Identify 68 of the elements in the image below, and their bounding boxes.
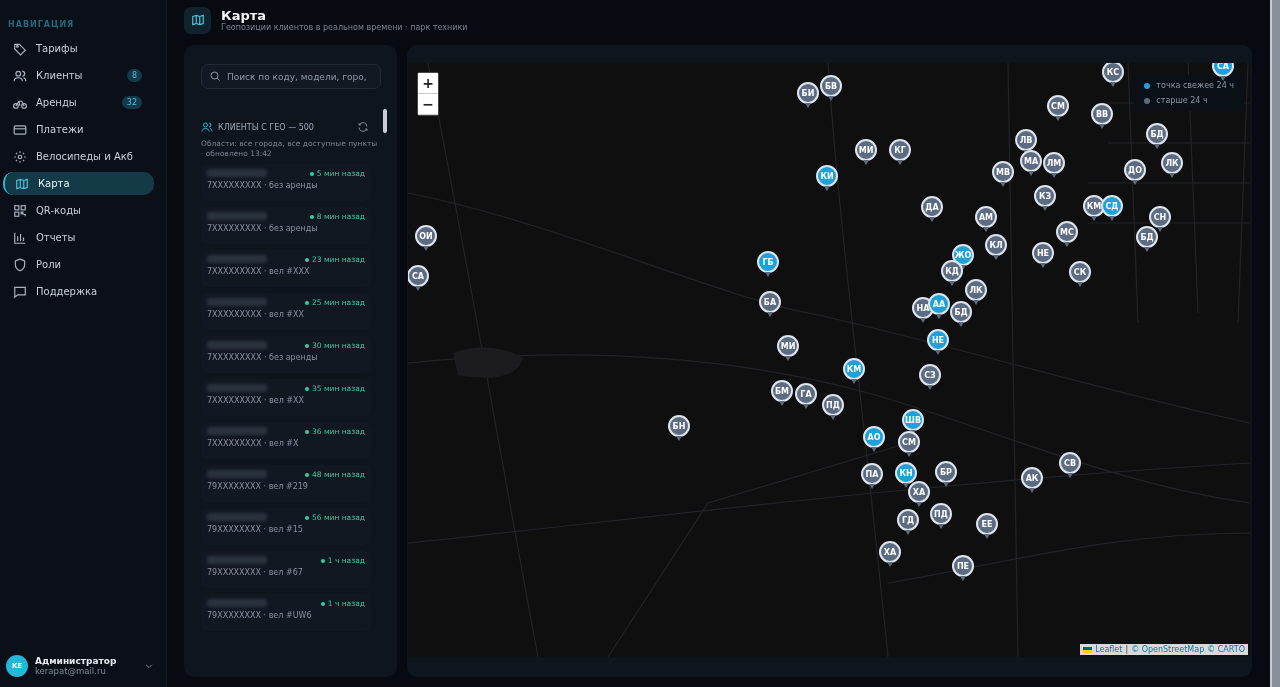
users-icon xyxy=(201,121,213,133)
leaflet-link[interactable]: Leaflet xyxy=(1095,645,1123,654)
client-detail: 79XXXXXXXX · вел #UW6 xyxy=(207,611,313,621)
nav-item[interactable]: Клиенты 8 xyxy=(3,64,154,87)
flag-icon xyxy=(1083,646,1093,653)
qr-icon xyxy=(13,203,27,218)
redacted-name xyxy=(207,298,267,307)
shield-icon xyxy=(13,257,27,272)
legend-label: точка свежее 24 ч xyxy=(1156,81,1234,90)
redacted-name xyxy=(207,427,267,436)
count-badge: 32 xyxy=(121,96,142,109)
search-field[interactable]: Поиск по коду, модели, горо, xyxy=(201,64,381,89)
nav-item[interactable]: Карта xyxy=(3,172,154,195)
redacted-name xyxy=(207,255,267,264)
nav-item[interactable]: QR-коды xyxy=(3,199,154,222)
client-detail: 7XXXXXXXXX · вел #X xyxy=(207,439,300,449)
section-title: НАВИГАЦИЯ xyxy=(7,20,76,31)
nav-item[interactable]: Аренды 32 xyxy=(3,91,154,114)
map-icon xyxy=(184,6,211,34)
map-icon xyxy=(15,176,29,191)
redacted-name xyxy=(207,384,267,393)
client-detail: 79XXXXXXXX · вел #15 xyxy=(207,525,304,535)
zoom-in-button[interactable]: + xyxy=(418,73,438,94)
client-detail: 7XXXXXXXXX · вел #XXX xyxy=(207,267,311,277)
redacted-name xyxy=(207,470,267,479)
search-icon xyxy=(209,70,221,82)
separator-text: | xyxy=(1125,645,1129,654)
lake xyxy=(453,347,523,378)
page-subtitle: Геопозиции клиентов в реальном времени · парк техники xyxy=(221,23,468,32)
nav-item[interactable]: Отчеты xyxy=(3,226,154,249)
carto-link[interactable]: © CARTO xyxy=(1207,645,1245,654)
openstreetmap-link[interactable]: © OpenStreetMap xyxy=(1131,645,1205,654)
client-detail: 7XXXXXXXXX · вел #XX xyxy=(207,310,305,320)
user-email: kerapat@mail.ru xyxy=(35,666,107,676)
redacted-name xyxy=(207,513,267,522)
nav-item[interactable]: Роли xyxy=(3,253,154,276)
redacted-name xyxy=(207,556,267,565)
chevron-down-icon[interactable] xyxy=(144,661,154,671)
client-detail: 7XXXXXXXXX · без аренды xyxy=(207,181,319,191)
redacted-name xyxy=(207,212,267,221)
client-detail: 7XXXXXXXXX · без аренды xyxy=(207,224,319,234)
nav-item[interactable]: Тарифы xyxy=(3,37,154,60)
nav-item[interactable]: Платежи xyxy=(3,118,154,141)
chat-icon xyxy=(13,284,27,299)
tag-icon xyxy=(13,41,27,56)
list-title: КЛИЕНТЫ С ГЕО — 500 xyxy=(218,122,315,132)
redacted-name xyxy=(207,599,267,608)
user-name: Администратор xyxy=(35,656,118,666)
client-detail: 79XXXXXXXX · вел #67 xyxy=(207,568,304,578)
nav-item[interactable]: Велосипеды и Акб xyxy=(3,145,154,168)
map-pin[interactable]: ЛВ xyxy=(1015,129,1037,151)
client-detail: 79XXXXXXXX · вел #219 xyxy=(207,482,309,492)
card-icon xyxy=(13,122,27,137)
count-badge: 8 xyxy=(126,69,142,82)
refresh-icon[interactable] xyxy=(357,121,369,133)
client-detail: 7XXXXXXXXX · вел #XX xyxy=(207,396,305,406)
page-scrollbar[interactable] xyxy=(1270,0,1280,687)
client-detail: 7XXXXXXXXX · без аренды xyxy=(207,353,319,363)
legend-label: старше 24 ч xyxy=(1156,96,1208,105)
gear-icon xyxy=(13,149,27,164)
scrollbar[interactable] xyxy=(383,109,387,134)
redacted-name xyxy=(207,169,267,178)
map-pin[interactable]: ШВ xyxy=(902,409,924,431)
page-title: Карта xyxy=(221,8,266,23)
chart-icon xyxy=(13,230,27,245)
nav-item[interactable]: Поддержка xyxy=(3,280,154,303)
redacted-name xyxy=(207,341,267,350)
users-icon xyxy=(13,68,27,83)
